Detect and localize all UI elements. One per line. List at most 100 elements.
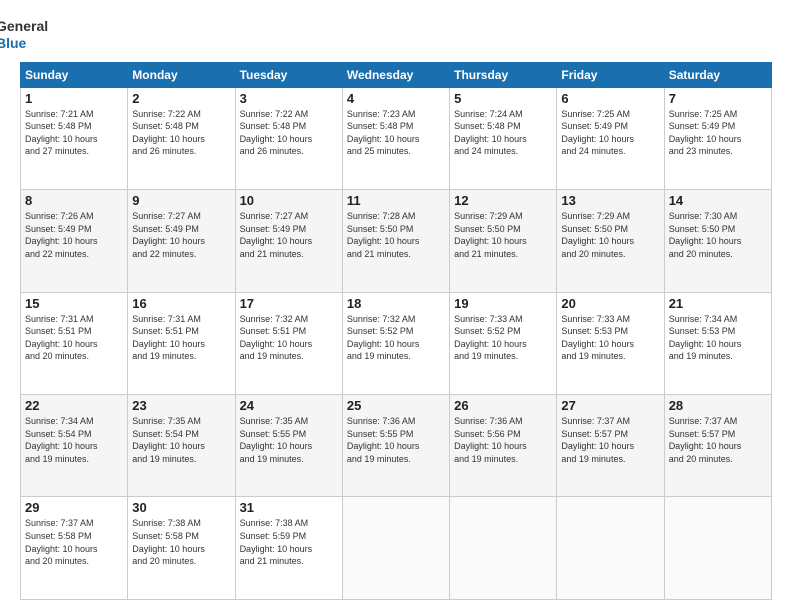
cell-text: Sunrise: 7:35 AMSunset: 5:55 PMDaylight:… xyxy=(240,415,338,465)
day-number: 9 xyxy=(132,193,230,208)
day-number: 7 xyxy=(669,91,767,106)
day-number: 5 xyxy=(454,91,552,106)
day-number: 20 xyxy=(561,296,659,311)
col-header-sunday: Sunday xyxy=(21,62,128,87)
calendar-cell: 30 Sunrise: 7:38 AMSunset: 5:58 PMDayligh… xyxy=(128,497,235,600)
cell-text: Sunrise: 7:33 AMSunset: 5:53 PMDaylight:… xyxy=(561,313,659,363)
cell-text: Sunrise: 7:29 AMSunset: 5:50 PMDaylight:… xyxy=(561,210,659,260)
day-number: 26 xyxy=(454,398,552,413)
calendar-cell xyxy=(557,497,664,600)
header-row: SundayMondayTuesdayWednesdayThursdayFrid… xyxy=(21,62,772,87)
calendar-cell: 5Sunrise: 7:24 AMSunset: 5:48 PMDaylight… xyxy=(450,87,557,189)
cell-text: Sunrise: 7:30 AMSunset: 5:50 PMDaylight:… xyxy=(669,210,767,260)
calendar-cell: 13 Sunrise: 7:29 AMSunset: 5:50 PMDayligh… xyxy=(557,190,664,292)
col-header-monday: Monday xyxy=(128,62,235,87)
calendar-cell: 19 Sunrise: 7:33 AMSunset: 5:52 PMDayligh… xyxy=(450,292,557,394)
week-row-1: 1 Sunrise: 7:21 AMSunset: 5:48 PMDaylight… xyxy=(21,87,772,189)
calendar-cell xyxy=(342,497,449,600)
day-number: 31 xyxy=(240,500,338,515)
calendar-cell xyxy=(664,497,771,600)
calendar-cell: 25Sunrise: 7:36 AMSunset: 5:55 PMDayligh… xyxy=(342,395,449,497)
day-number: 14 xyxy=(669,193,767,208)
calendar-cell: 1 Sunrise: 7:21 AMSunset: 5:48 PMDaylight… xyxy=(21,87,128,189)
cell-text: Sunrise: 7:23 AMSunset: 5:48 PMDaylight:… xyxy=(347,108,445,158)
cell-text: Sunrise: 7:33 AMSunset: 5:52 PMDaylight:… xyxy=(454,313,552,363)
cell-text: Sunrise: 7:38 AMSunset: 5:58 PMDaylight:… xyxy=(132,517,230,567)
cell-text: Sunrise: 7:34 AMSunset: 5:54 PMDaylight:… xyxy=(25,415,123,465)
day-number: 27 xyxy=(561,398,659,413)
calendar-cell: 10 Sunrise: 7:27 AMSunset: 5:49 PMDayligh… xyxy=(235,190,342,292)
day-number: 15 xyxy=(25,296,123,311)
day-number: 22 xyxy=(25,398,123,413)
week-row-2: 8 Sunrise: 7:26 AMSunset: 5:49 PMDaylight… xyxy=(21,190,772,292)
day-number: 30 xyxy=(132,500,230,515)
day-number: 10 xyxy=(240,193,338,208)
calendar-cell: 27Sunrise: 7:37 AMSunset: 5:57 PMDayligh… xyxy=(557,395,664,497)
cell-text: Sunrise: 7:34 AMSunset: 5:53 PMDaylight:… xyxy=(669,313,767,363)
cell-text: Sunrise: 7:31 AMSunset: 5:51 PMDaylight:… xyxy=(132,313,230,363)
calendar-cell: 23 Sunrise: 7:35 AMSunset: 5:54 PMDayligh… xyxy=(128,395,235,497)
col-header-saturday: Saturday xyxy=(664,62,771,87)
calendar-cell: 18 Sunrise: 7:32 AMSunset: 5:52 PMDayligh… xyxy=(342,292,449,394)
calendar-cell: 26 Sunrise: 7:36 AMSunset: 5:56 PMDayligh… xyxy=(450,395,557,497)
col-header-friday: Friday xyxy=(557,62,664,87)
day-number: 12 xyxy=(454,193,552,208)
calendar-table: SundayMondayTuesdayWednesdayThursdayFrid… xyxy=(20,62,772,600)
page: General Blue General Blue SundayMondayTu… xyxy=(0,0,792,612)
calendar-cell: 31 Sunrise: 7:38 AMSunset: 5:59 PMDayligh… xyxy=(235,497,342,600)
cell-text: Sunrise: 7:32 AMSunset: 5:52 PMDaylight:… xyxy=(347,313,445,363)
cell-text: Sunrise: 7:29 AMSunset: 5:50 PMDaylight:… xyxy=(454,210,552,260)
calendar-cell: 3Sunrise: 7:22 AMSunset: 5:48 PMDaylight… xyxy=(235,87,342,189)
cell-text: Sunrise: 7:25 AMSunset: 5:49 PMDaylight:… xyxy=(669,108,767,158)
day-number: 4 xyxy=(347,91,445,106)
day-number: 21 xyxy=(669,296,767,311)
cell-text: Sunrise: 7:37 AMSunset: 5:57 PMDaylight:… xyxy=(669,415,767,465)
day-number: 6 xyxy=(561,91,659,106)
calendar-cell: 20 Sunrise: 7:33 AMSunset: 5:53 PMDayligh… xyxy=(557,292,664,394)
calendar-cell: 11Sunrise: 7:28 AMSunset: 5:50 PMDayligh… xyxy=(342,190,449,292)
day-number: 23 xyxy=(132,398,230,413)
calendar-cell: 29Sunrise: 7:37 AMSunset: 5:58 PMDayligh… xyxy=(21,497,128,600)
cell-text: Sunrise: 7:36 AMSunset: 5:56 PMDaylight:… xyxy=(454,415,552,465)
calendar-cell: 28 Sunrise: 7:37 AMSunset: 5:57 PMDayligh… xyxy=(664,395,771,497)
day-number: 19 xyxy=(454,296,552,311)
header: General Blue General Blue xyxy=(20,18,772,52)
calendar-cell: 22 Sunrise: 7:34 AMSunset: 5:54 PMDayligh… xyxy=(21,395,128,497)
cell-text: Sunrise: 7:25 AMSunset: 5:49 PMDaylight:… xyxy=(561,108,659,158)
day-number: 28 xyxy=(669,398,767,413)
col-header-tuesday: Tuesday xyxy=(235,62,342,87)
week-row-5: 29Sunrise: 7:37 AMSunset: 5:58 PMDayligh… xyxy=(21,497,772,600)
cell-text: Sunrise: 7:32 AMSunset: 5:51 PMDaylight:… xyxy=(240,313,338,363)
calendar-cell: 21 Sunrise: 7:34 AMSunset: 5:53 PMDayligh… xyxy=(664,292,771,394)
cell-text: Sunrise: 7:26 AMSunset: 5:49 PMDaylight:… xyxy=(25,210,123,260)
calendar-cell xyxy=(450,497,557,600)
cell-text: Sunrise: 7:35 AMSunset: 5:54 PMDaylight:… xyxy=(132,415,230,465)
logo-line2: Blue xyxy=(0,35,48,52)
calendar-cell: 14 Sunrise: 7:30 AMSunset: 5:50 PMDayligh… xyxy=(664,190,771,292)
day-number: 2 xyxy=(132,91,230,106)
col-header-wednesday: Wednesday xyxy=(342,62,449,87)
cell-text: Sunrise: 7:22 AMSunset: 5:48 PMDaylight:… xyxy=(240,108,338,158)
calendar-cell: 8 Sunrise: 7:26 AMSunset: 5:49 PMDaylight… xyxy=(21,190,128,292)
col-header-thursday: Thursday xyxy=(450,62,557,87)
cell-text: Sunrise: 7:31 AMSunset: 5:51 PMDaylight:… xyxy=(25,313,123,363)
cell-text: Sunrise: 7:36 AMSunset: 5:55 PMDaylight:… xyxy=(347,415,445,465)
day-number: 13 xyxy=(561,193,659,208)
calendar-cell: 7 Sunrise: 7:25 AMSunset: 5:49 PMDaylight… xyxy=(664,87,771,189)
calendar-cell: 6 Sunrise: 7:25 AMSunset: 5:49 PMDaylight… xyxy=(557,87,664,189)
calendar-cell: 24Sunrise: 7:35 AMSunset: 5:55 PMDayligh… xyxy=(235,395,342,497)
day-number: 8 xyxy=(25,193,123,208)
calendar-cell: 15 Sunrise: 7:31 AMSunset: 5:51 PMDayligh… xyxy=(21,292,128,394)
cell-text: Sunrise: 7:28 AMSunset: 5:50 PMDaylight:… xyxy=(347,210,445,260)
cell-text: Sunrise: 7:21 AMSunset: 5:48 PMDaylight:… xyxy=(25,108,123,158)
day-number: 18 xyxy=(347,296,445,311)
day-number: 1 xyxy=(25,91,123,106)
cell-text: Sunrise: 7:27 AMSunset: 5:49 PMDaylight:… xyxy=(240,210,338,260)
cell-text: Sunrise: 7:22 AMSunset: 5:48 PMDaylight:… xyxy=(132,108,230,158)
cell-text: Sunrise: 7:37 AMSunset: 5:58 PMDaylight:… xyxy=(25,517,123,567)
week-row-4: 22 Sunrise: 7:34 AMSunset: 5:54 PMDayligh… xyxy=(21,395,772,497)
calendar-cell: 12 Sunrise: 7:29 AMSunset: 5:50 PMDayligh… xyxy=(450,190,557,292)
cell-text: Sunrise: 7:38 AMSunset: 5:59 PMDaylight:… xyxy=(240,517,338,567)
logo: General Blue General Blue xyxy=(20,18,48,52)
calendar-cell: 2 Sunrise: 7:22 AMSunset: 5:48 PMDaylight… xyxy=(128,87,235,189)
